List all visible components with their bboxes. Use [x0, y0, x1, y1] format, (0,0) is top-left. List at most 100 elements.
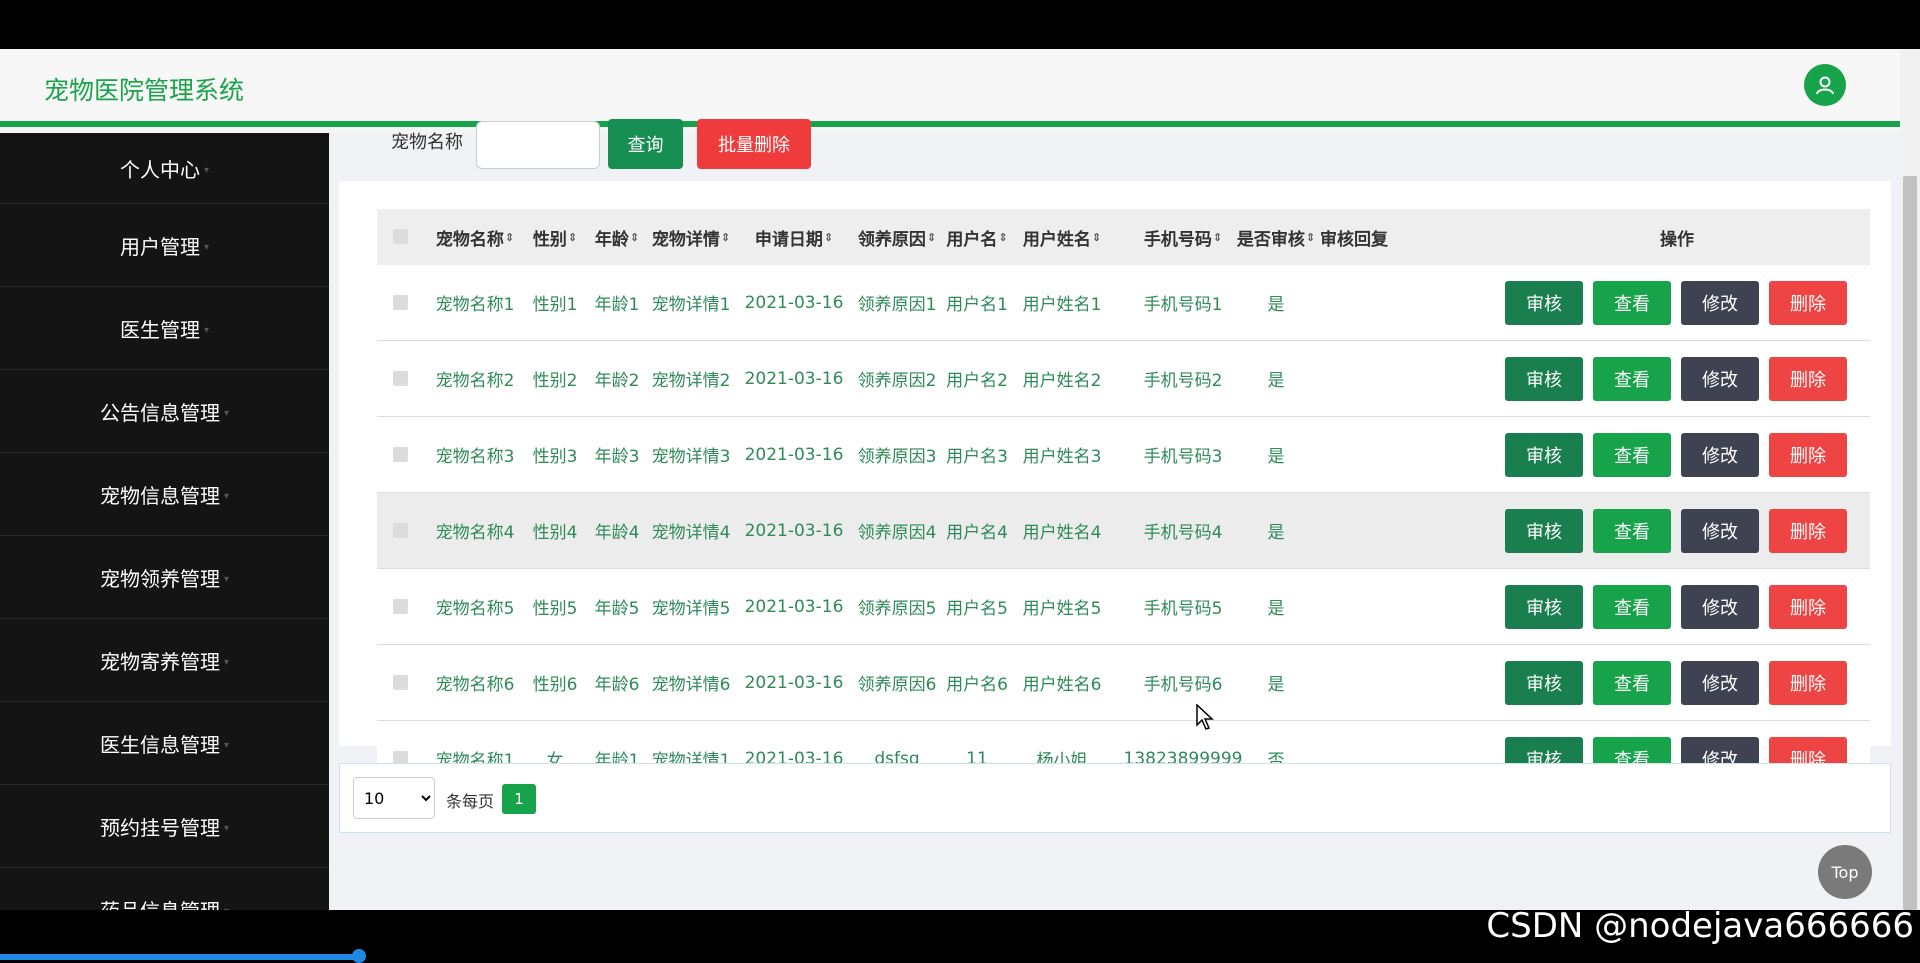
delete-button[interactable]: 删除	[1769, 508, 1847, 553]
sidebar: 个人中心 ▾ 用户管理 ▾ 医生管理 ▾ 公告信息管理 ▾ 宠物信息管理 ▾ 宠物领养管理 ▾ 宠物寄养…	[0, 133, 329, 910]
edit-button[interactable]: 修改	[1681, 508, 1759, 553]
column-header[interactable]: 性别 ⇕	[528, 209, 582, 265]
table-cell: 是	[1267, 371, 1285, 391]
table-row[interactable]: 宠物名称4 性别4 年龄4 宠物详情4 2021-03-16 领养原因4 用户名4 用户姓名4…	[377, 493, 1870, 569]
row-checkbox[interactable]	[393, 446, 408, 462]
app-window: 宠物医院管理系统 个人中心 ▾ 用户管理 ▾ 医生管理 ▾ 公告信息管理 ▾ 宠物信息管理 ▾ 宠物…	[0, 49, 1900, 910]
view-button[interactable]: 查看	[1593, 356, 1671, 401]
table-cell: 性别4	[532, 523, 578, 543]
sort-icon[interactable]: ⇕	[568, 231, 577, 244]
header: 宠物医院管理系统	[0, 49, 1900, 127]
table-cell: 领养原因5	[857, 599, 937, 619]
column-header-label: 手机号码	[1143, 229, 1212, 250]
sidebar-item[interactable]: 宠物寄养管理 ▾	[0, 619, 329, 702]
table-cell: 性别5	[532, 599, 578, 619]
sort-icon[interactable]: ⇕	[1092, 231, 1101, 244]
column-header[interactable]: 宠物详情 ⇕	[646, 209, 736, 265]
batch-delete-button[interactable]: 批量删除	[697, 119, 811, 169]
edit-button[interactable]: 修改	[1681, 356, 1759, 401]
column-header[interactable]: 宠物名称 ⇕	[435, 209, 515, 265]
sidebar-item[interactable]: 药品信息管理▾	[0, 868, 329, 911]
table-row[interactable]: 宠物名称3 性别3 年龄3 宠物详情3 2021-03-16 领养原因3 用户名3 用户姓名3…	[377, 417, 1870, 493]
audit-button[interactable]: 审核	[1505, 508, 1583, 553]
delete-button[interactable]: 删除	[1769, 584, 1847, 629]
table-cell: 性别3	[532, 447, 578, 467]
user-icon	[1816, 76, 1834, 95]
page-size-select[interactable]: 10	[353, 777, 435, 819]
sort-icon[interactable]: ⇕	[1213, 231, 1222, 244]
view-button[interactable]: 查看	[1593, 432, 1671, 477]
view-button[interactable]: 查看	[1593, 280, 1671, 325]
video-progress-handle[interactable]	[352, 949, 366, 963]
column-header[interactable]: 是否审核 ⇕	[1236, 209, 1316, 265]
select-all-checkbox[interactable]	[393, 229, 408, 244]
column-header[interactable]: 手机号码 ⇕	[1128, 209, 1238, 265]
sidebar-item[interactable]: 宠物信息管理 ▾	[0, 453, 329, 536]
query-button[interactable]: 查询	[608, 119, 683, 169]
column-header-label: 是否审核	[1236, 229, 1305, 250]
view-button[interactable]: 查看	[1593, 660, 1671, 705]
audit-button[interactable]: 审核	[1505, 280, 1583, 325]
column-header[interactable]: 年龄 ⇕	[589, 209, 645, 265]
edit-button[interactable]: 修改	[1681, 432, 1759, 477]
column-header[interactable]: 用户姓名 ⇕	[1017, 209, 1107, 265]
audit-button[interactable]: 审核	[1505, 584, 1583, 629]
sidebar-item[interactable]: 医生管理 ▾	[0, 287, 329, 370]
delete-button[interactable]: 删除	[1769, 660, 1847, 705]
column-header: 审核回复	[1314, 209, 1394, 265]
audit-button[interactable]: 审核	[1505, 432, 1583, 477]
table-cell: 用户姓名1	[1022, 295, 1102, 315]
table-cell: 宠物名称2	[435, 371, 515, 391]
row-checkbox[interactable]	[393, 674, 408, 690]
sort-icon[interactable]: ⇕	[927, 231, 936, 244]
back-to-top-button[interactable]: Top	[1818, 845, 1872, 899]
sort-icon[interactable]: ⇕	[998, 231, 1007, 244]
row-checkbox[interactable]	[393, 598, 408, 614]
row-checkbox[interactable]	[393, 370, 408, 386]
sidebar-item[interactable]: 个人中心 ▾	[0, 133, 329, 204]
column-header-label: 审核回复	[1320, 229, 1388, 250]
sidebar-item-label: 宠物信息管理	[99, 483, 220, 508]
delete-button[interactable]: 删除	[1769, 432, 1847, 477]
pet-name-search-input[interactable]	[476, 121, 600, 169]
row-checkbox[interactable]	[393, 522, 408, 538]
edit-button[interactable]: 修改	[1681, 660, 1759, 705]
sidebar-item[interactable]: 宠物领养管理 ▾	[0, 536, 329, 619]
edit-button[interactable]: 修改	[1681, 584, 1759, 629]
sidebar-item[interactable]: 医生信息管理 ▾	[0, 702, 329, 785]
table-cell: 年龄4	[594, 523, 640, 543]
page-1-button[interactable]: 1	[502, 784, 536, 814]
per-page-label: 条每页	[446, 792, 495, 811]
column-header-label: 操作	[1660, 229, 1694, 250]
table-row[interactable]: 宠物名称1 性别1 年龄1 宠物详情1 2021-03-16 领养原因1 用户名1 用户姓名1…	[377, 265, 1870, 341]
column-header[interactable]: 领养原因 ⇕	[852, 209, 942, 265]
sort-icon[interactable]: ⇕	[630, 231, 639, 244]
edit-button[interactable]: 修改	[1681, 280, 1759, 325]
sort-icon[interactable]: ⇕	[721, 231, 730, 244]
view-button[interactable]: 查看	[1593, 584, 1671, 629]
pagination: 10 条每页 1	[339, 763, 1891, 833]
sidebar-item[interactable]: 公告信息管理 ▾	[0, 370, 329, 453]
sidebar-item[interactable]: 用户管理 ▾	[0, 204, 329, 287]
delete-button[interactable]: 删除	[1769, 280, 1847, 325]
audit-button[interactable]: 审核	[1505, 660, 1583, 705]
view-button[interactable]: 查看	[1593, 508, 1671, 553]
table-cell: 领养原因1	[857, 295, 937, 315]
chevron-down-icon: ▾	[223, 573, 230, 585]
table-row[interactable]: 宠物名称5 性别5 年龄5 宠物详情5 2021-03-16 领养原因5 用户名5 用户姓名5…	[377, 569, 1870, 645]
table-row[interactable]: 宠物名称2 性别2 年龄2 宠物详情2 2021-03-16 领养原因2 用户名2 用户姓名2…	[377, 341, 1870, 417]
table-row[interactable]: 宠物名称6 性别6 年龄6 宠物详情6 2021-03-16 领养原因6 用户名6 用户姓名6…	[377, 645, 1870, 721]
scrollbar-thumb[interactable]	[1903, 176, 1917, 910]
sidebar-item[interactable]: 预约挂号管理 ▾	[0, 785, 329, 868]
user-avatar-icon[interactable]	[1804, 64, 1846, 106]
row-checkbox[interactable]	[393, 294, 408, 310]
table-cell: 用户姓名5	[1022, 599, 1102, 619]
column-header[interactable]: 申请日期 ⇕	[739, 209, 849, 265]
audit-button[interactable]: 审核	[1505, 356, 1583, 401]
video-progress-bar[interactable]	[0, 954, 360, 960]
delete-button[interactable]: 删除	[1769, 356, 1847, 401]
table-cell: 手机号码5	[1143, 599, 1223, 619]
sort-icon[interactable]: ⇕	[824, 231, 833, 244]
column-header[interactable]: 用户名 ⇕	[942, 209, 1012, 265]
sort-icon[interactable]: ⇕	[505, 231, 514, 244]
